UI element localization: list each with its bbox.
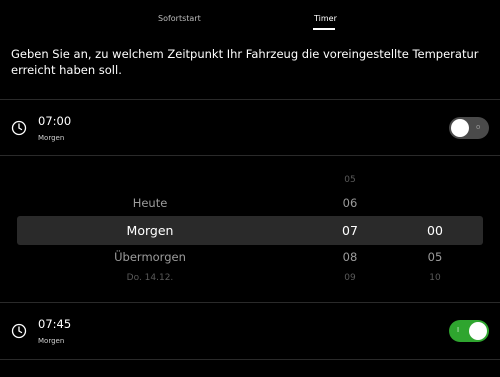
timer-day: Morgen bbox=[38, 337, 65, 345]
picker-minute-option[interactable]: 10 bbox=[405, 273, 465, 283]
divider bbox=[0, 359, 500, 360]
picker-hour-option[interactable]: 08 bbox=[320, 250, 380, 264]
tab-bar: Sofortstart Timer bbox=[0, 0, 500, 34]
toggle-on-mark: I bbox=[457, 326, 460, 334]
picker-hour-option[interactable]: 06 bbox=[320, 196, 380, 210]
timer-time: 07:00 bbox=[38, 114, 72, 128]
picker-hour-option[interactable]: 09 bbox=[320, 273, 380, 283]
timer-row-2[interactable]: 07:45 Morgen I bbox=[0, 303, 500, 359]
active-tab-indicator bbox=[313, 28, 335, 30]
picker-hour-option[interactable]: 05 bbox=[320, 175, 380, 185]
picker-minute-selected[interactable]: 00 bbox=[405, 223, 465, 238]
tab-timer[interactable]: Timer bbox=[314, 14, 337, 23]
clock-icon bbox=[11, 120, 27, 136]
timer-2-toggle[interactable]: I bbox=[449, 320, 489, 342]
picker-hour-selected[interactable]: 07 bbox=[320, 223, 380, 238]
clock-icon bbox=[11, 323, 27, 339]
picker-day-option[interactable]: Heute bbox=[100, 196, 200, 210]
picker-day-option[interactable]: Übermorgen bbox=[100, 250, 200, 264]
timer-day: Morgen bbox=[38, 134, 65, 142]
timer-1-toggle[interactable]: o bbox=[449, 117, 489, 139]
picker-day-option[interactable]: Do. 14.12. bbox=[100, 273, 200, 283]
tab-sofortstart[interactable]: Sofortstart bbox=[158, 14, 201, 23]
toggle-knob bbox=[469, 322, 487, 340]
toggle-knob bbox=[451, 119, 469, 137]
picker-day-selected[interactable]: Morgen bbox=[100, 223, 200, 238]
time-picker[interactable]: Heute Morgen Übermorgen Do. 14.12. 05 06… bbox=[0, 160, 500, 300]
toggle-off-mark: o bbox=[476, 123, 481, 131]
picker-minute-option[interactable]: 05 bbox=[405, 250, 465, 264]
instruction-text: Geben Sie an, zu welchem Zeitpunkt Ihr F… bbox=[11, 47, 479, 77]
timer-time: 07:45 bbox=[38, 317, 72, 331]
divider bbox=[0, 155, 500, 156]
timer-row-1[interactable]: 07:00 Morgen o bbox=[0, 100, 500, 156]
